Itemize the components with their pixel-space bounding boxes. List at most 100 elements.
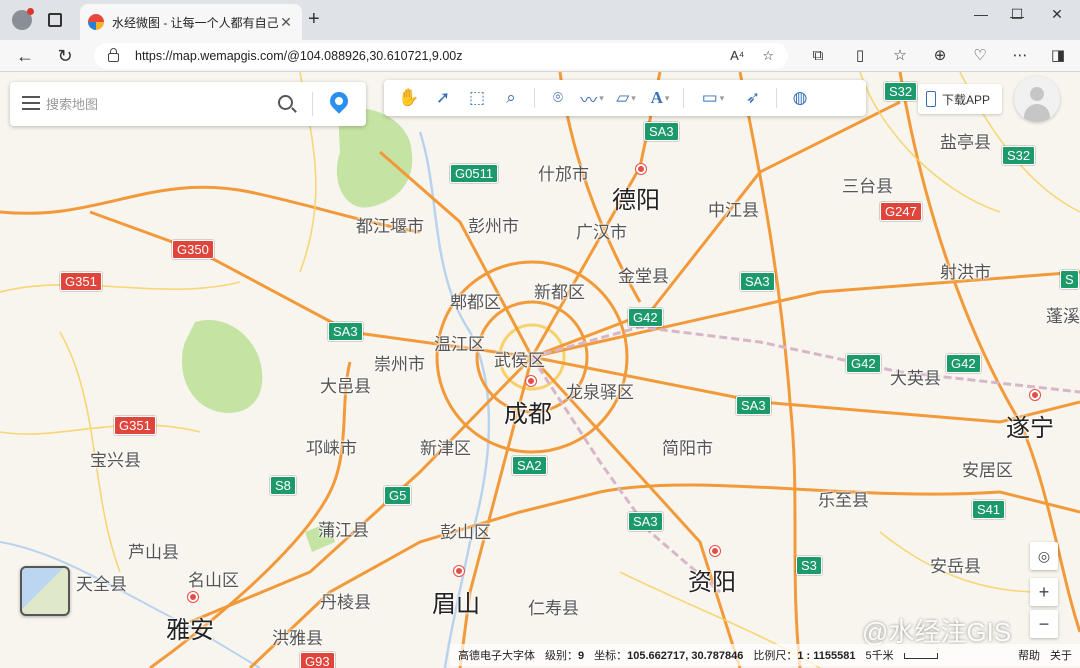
help-link[interactable]: 帮助 — [1018, 647, 1040, 663]
city-label[interactable]: 成都 — [504, 394, 552, 429]
place-label[interactable]: 三台县 — [842, 172, 893, 197]
city-label[interactable]: 遂宁 — [1006, 408, 1054, 443]
globe-icon[interactable]: ◍ — [783, 84, 817, 112]
place-label[interactable]: 都江堰市 — [356, 212, 424, 237]
polygon-tool-icon[interactable]: ▱ — [609, 84, 643, 112]
place-label[interactable]: 安居区 — [962, 456, 1013, 481]
city-marker[interactable] — [454, 566, 464, 576]
place-label[interactable]: 安岳县 — [930, 552, 981, 577]
locate-icon[interactable]: ◎ — [1030, 542, 1058, 570]
location-pin-icon[interactable] — [326, 88, 352, 114]
close-tab-icon[interactable]: ✕ — [278, 14, 294, 31]
city-label[interactable]: 眉山 — [432, 584, 480, 619]
refresh-icon[interactable]: ↻ — [52, 43, 78, 69]
place-label[interactable]: 天全县 — [76, 570, 127, 595]
place-label[interactable]: 广汉市 — [576, 218, 627, 243]
place-label[interactable]: 简阳市 — [662, 434, 713, 459]
profile-icon[interactable] — [12, 8, 34, 30]
highway-shield: SA3 — [628, 512, 663, 531]
place-label[interactable]: 大邑县 — [320, 372, 371, 397]
place-label[interactable]: 中江县 — [708, 196, 759, 221]
place-label[interactable]: 宝兴县 — [90, 446, 141, 471]
place-label[interactable]: 洪雅县 — [272, 624, 323, 649]
place-label[interactable]: 乐至县 — [818, 486, 869, 511]
basemap-switcher[interactable] — [20, 566, 70, 616]
city-label[interactable]: 资阳 — [688, 562, 736, 597]
sidebar-icon[interactable]: ◨ — [1048, 46, 1068, 66]
place-label[interactable]: 温江区 — [434, 330, 485, 355]
phone-icon — [926, 91, 936, 107]
split-screen-icon[interactable]: ▯ — [850, 46, 870, 66]
place-label[interactable]: 什邡市 — [538, 160, 589, 185]
favorite-icon[interactable]: ☆ — [762, 48, 774, 64]
user-avatar[interactable] — [1014, 76, 1060, 122]
measure-tool-icon[interactable]: ▭ — [690, 84, 736, 112]
highway-shield: G5 — [384, 486, 412, 505]
highway-shield: G0511 — [450, 164, 499, 183]
highway-shield: SA3 — [644, 122, 679, 141]
place-label[interactable]: 金堂县 — [618, 262, 669, 287]
more-icon[interactable]: ⋯ — [1010, 46, 1030, 66]
place-label[interactable]: 仁寿县 — [528, 594, 579, 619]
place-label[interactable]: 射洪市 — [940, 258, 991, 283]
menu-icon[interactable] — [22, 96, 40, 110]
place-label[interactable]: 盐亭县 — [940, 128, 991, 153]
line-tool-icon[interactable]: 〰 — [575, 84, 609, 112]
highway-shield: G351 — [60, 272, 102, 291]
zoom-in-button[interactable]: + — [1030, 578, 1058, 606]
place-label[interactable]: 大英县 — [890, 364, 941, 389]
place-label[interactable]: 名山区 — [188, 566, 239, 591]
pan-tool-icon[interactable]: ✋ — [392, 84, 426, 112]
marker-tool-icon[interactable]: ⌾ — [541, 84, 575, 112]
collections-icon[interactable]: ⊕ — [930, 46, 950, 66]
highway-shield: SA3 — [328, 322, 363, 341]
back-icon[interactable]: ← — [12, 43, 38, 69]
level-label: 级别： — [545, 650, 578, 662]
url-text: https://map.wemapgis.com/@104.088926,30.… — [135, 49, 463, 63]
download-app-button[interactable]: 下载APP — [918, 84, 1002, 114]
tabs-icon[interactable] — [48, 13, 62, 27]
identify-tool-icon[interactable]: ➶ — [736, 84, 770, 112]
place-label[interactable]: 芦山县 — [128, 538, 179, 563]
about-link[interactable]: 关于 — [1050, 647, 1072, 663]
highway-shield: S3 — [796, 556, 822, 575]
close-window-icon[interactable]: ✕ — [1034, 6, 1080, 23]
place-label[interactable]: 新津区 — [420, 434, 471, 459]
select-tool-icon[interactable]: ➚ — [426, 84, 460, 112]
place-label[interactable]: 郫都区 — [450, 288, 501, 313]
text-tool-icon[interactable]: A — [643, 84, 677, 112]
place-label[interactable]: 新都区 — [534, 278, 585, 303]
zoom-area-icon[interactable]: ⌕ — [494, 84, 528, 112]
city-marker[interactable] — [1030, 390, 1040, 400]
city-marker[interactable] — [526, 376, 536, 386]
place-label[interactable]: 蓬溪 — [1046, 302, 1080, 327]
map-canvas[interactable]: 德阳 成都 眉山 资阳 遂宁 雅安 什邡市 中江县 盐亭县 三台县 都江堰市 彭… — [0, 72, 1080, 668]
city-marker[interactable] — [188, 592, 198, 602]
highway-shield: G247 — [880, 202, 922, 221]
city-marker[interactable] — [710, 546, 720, 556]
browser-tab[interactable]: 水经微图 - 让每一个人都有自己的 ✕ — [80, 4, 302, 40]
place-label[interactable]: 邛崃市 — [306, 434, 357, 459]
place-label[interactable]: 丹棱县 — [320, 588, 371, 613]
read-aloud-icon[interactable]: A⁴ — [730, 48, 744, 64]
highway-shield: SA2 — [512, 456, 547, 475]
new-tab-icon[interactable]: + — [308, 9, 320, 29]
extensions-icon[interactable]: ⧉ — [808, 46, 828, 66]
zoom-out-button[interactable]: − — [1030, 610, 1058, 638]
font-name[interactable]: 高德电子大字体 — [458, 647, 535, 663]
place-label[interactable]: 彭山区 — [440, 518, 491, 543]
place-label[interactable]: 彭州市 — [468, 212, 519, 237]
place-label[interactable]: 蒲江县 — [318, 516, 369, 541]
city-marker[interactable] — [636, 164, 646, 174]
browser-essentials-icon[interactable]: ♡ — [970, 46, 990, 66]
city-label[interactable]: 德阳 — [612, 180, 660, 215]
place-label[interactable]: 武侯区 — [494, 346, 545, 371]
favorites-icon[interactable]: ☆ — [890, 46, 910, 66]
city-label[interactable]: 雅安 — [166, 610, 214, 645]
box-select-icon[interactable]: ⬚ — [460, 84, 494, 112]
url-field[interactable]: https://map.wemapgis.com/@104.088926,30.… — [94, 43, 788, 69]
search-icon[interactable] — [278, 95, 293, 110]
place-label[interactable]: 崇州市 — [374, 350, 425, 375]
map-search-input[interactable] — [46, 94, 266, 114]
place-label[interactable]: 龙泉驿区 — [566, 378, 634, 403]
